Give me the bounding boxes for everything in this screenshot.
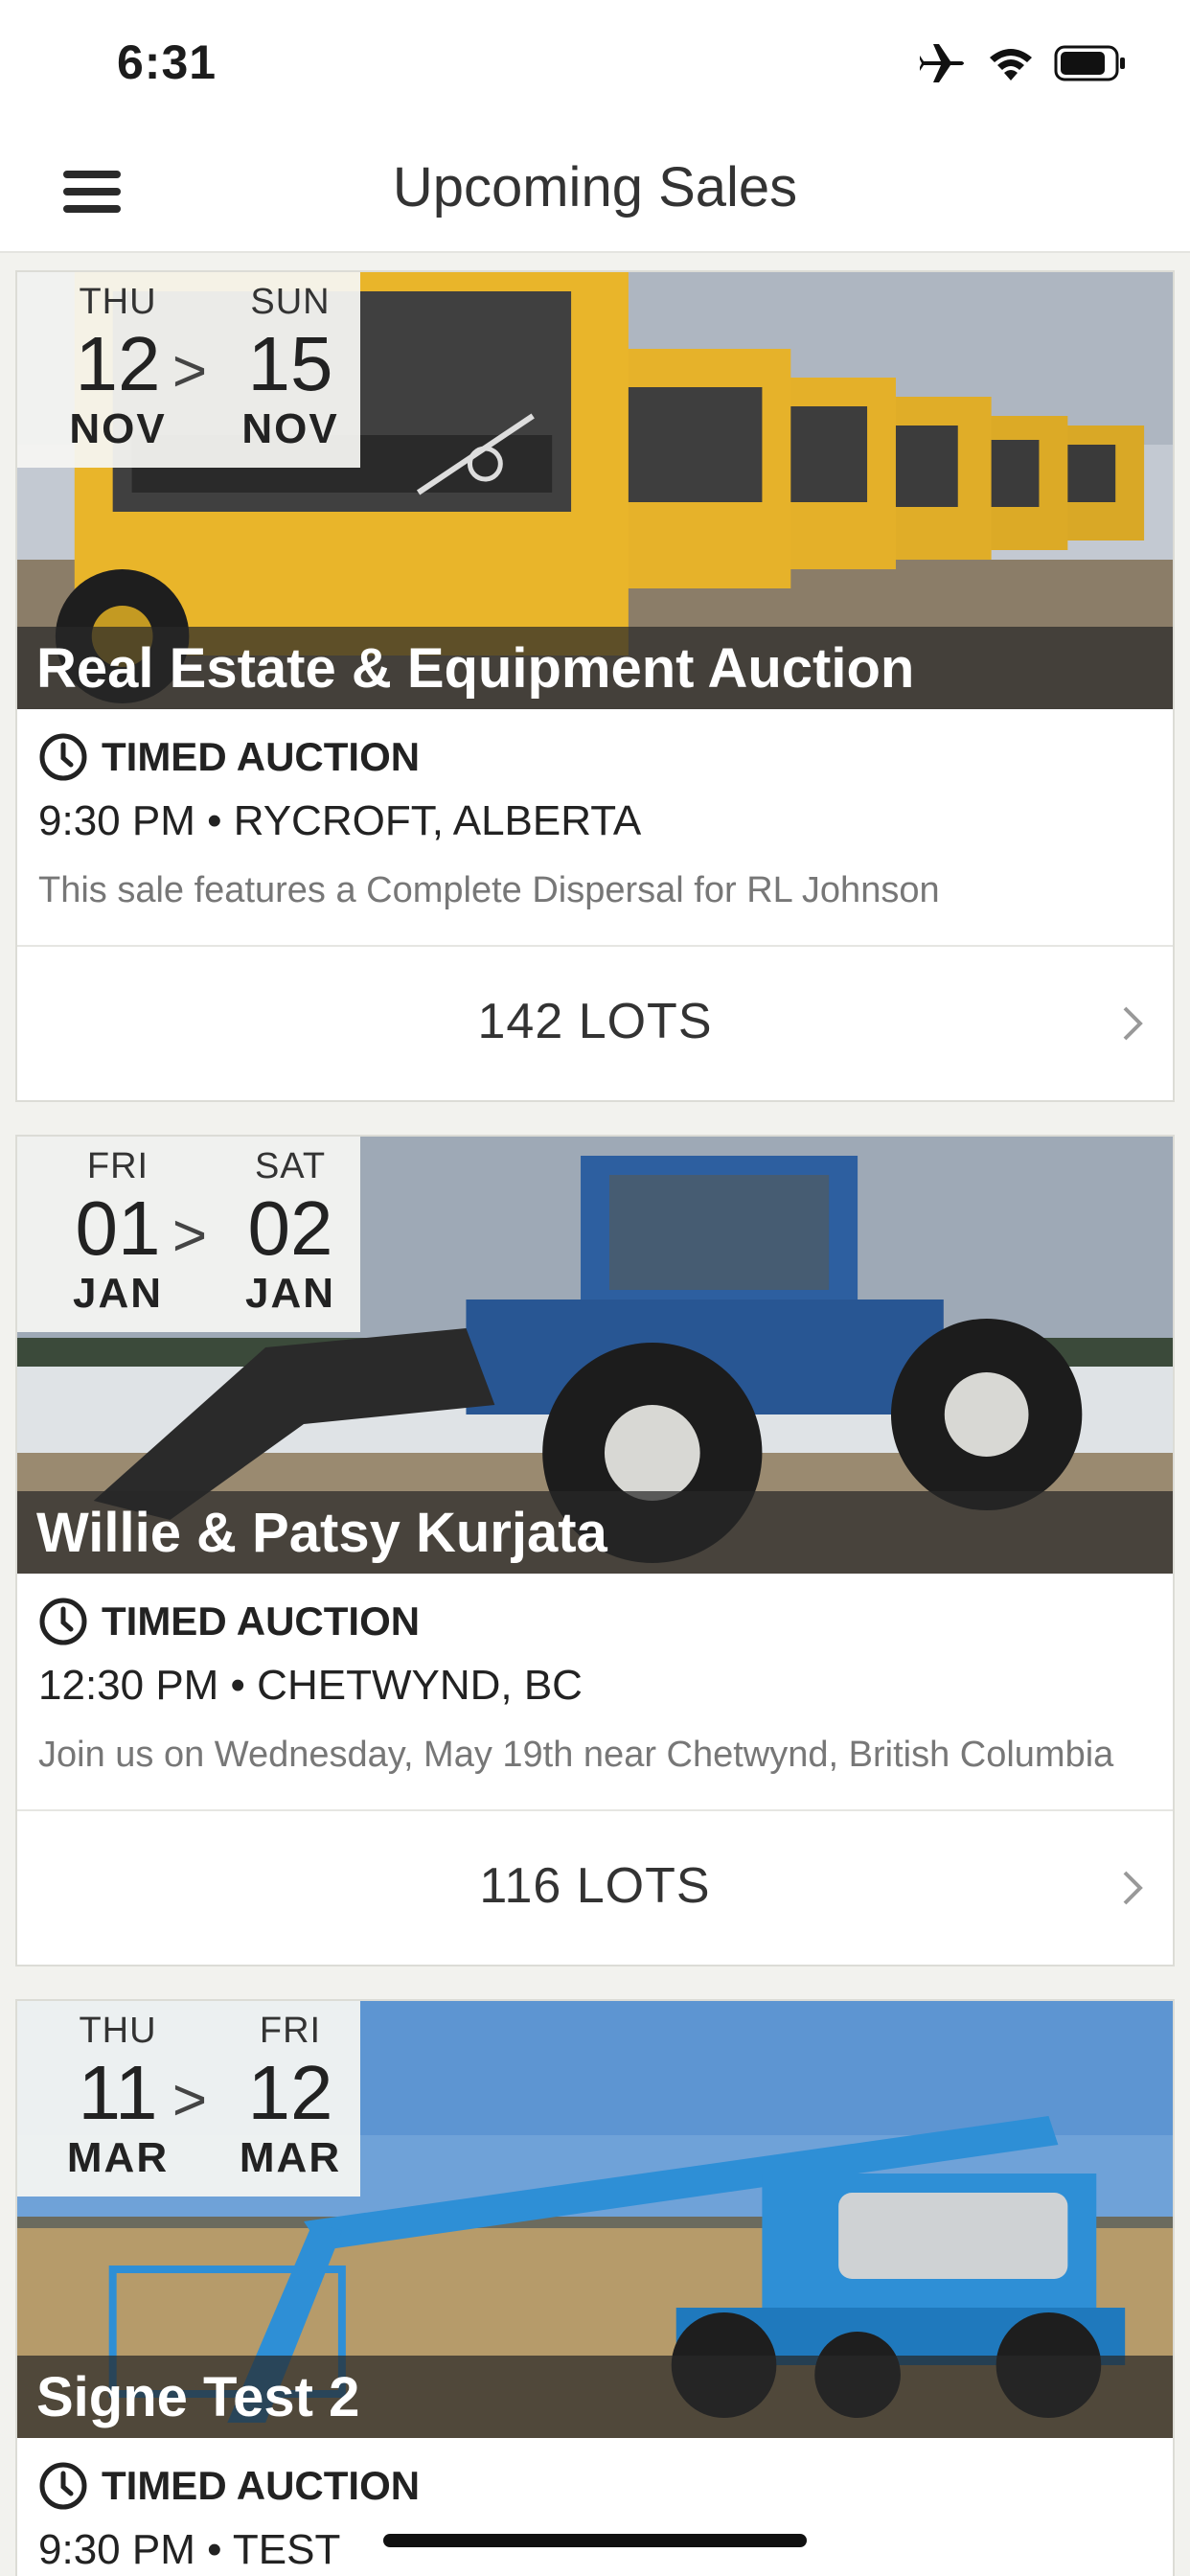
sale-time-location: 9:30 PM • RYCROFT, ALBERTA — [38, 797, 642, 844]
sale-type-row: TIMED AUCTION — [38, 2457, 1152, 2515]
end-day: 15 — [247, 321, 333, 406]
end-month: NOV — [241, 405, 339, 452]
title-overlay: Willie & Patsy Kurjata — [17, 1491, 1173, 1574]
sale-type: TIMED AUCTION — [102, 2463, 421, 2508]
sale-image[interactable]: THU 12 NOV > SUN 15 NOV Real Estate & Eq… — [17, 272, 1173, 709]
wifi-icon — [990, 49, 1032, 80]
end-weekday: FRI — [259, 2011, 322, 2051]
end-month: MAR — [239, 2134, 342, 2181]
sale-type: TIMED AUCTION — [102, 1598, 421, 1644]
status-icons — [920, 42, 1127, 84]
sale-info: TIMED AUCTION 12:30 PM • CHETWYND, BC Jo… — [17, 1574, 1173, 1811]
sale-card[interactable]: THU 12 NOV > SUN 15 NOV Real Estate & Eq… — [15, 270, 1175, 1102]
chevron-right-icon — [1123, 1871, 1143, 1905]
date-range: THU 12 NOV > SUN 15 NOV — [17, 272, 360, 468]
end-date: SUN 15 NOV — [218, 282, 362, 453]
end-day: 12 — [247, 2050, 333, 2135]
lots-button[interactable]: 116 LOTS — [17, 1811, 1173, 1965]
sale-image[interactable]: FRI 01 JAN > SAT 02 JAN Willie & Patsy K… — [17, 1137, 1173, 1574]
sale-info: TIMED AUCTION 9:30 PM • RYCROFT, ALBERTA… — [17, 709, 1173, 947]
date-arrow: > — [172, 2067, 208, 2133]
sale-info: TIMED AUCTION 9:30 PM • TEST — [17, 2438, 1173, 2576]
start-weekday: THU — [79, 2011, 157, 2051]
battery-icon — [1054, 45, 1125, 81]
lots-button[interactable]: 142 LOTS — [17, 947, 1173, 1100]
end-date: FRI 12 MAR — [218, 2011, 362, 2182]
start-weekday: FRI — [86, 1146, 149, 1186]
sale-type-row: TIMED AUCTION — [38, 728, 1152, 786]
date-arrow: > — [172, 1203, 208, 1269]
end-weekday: SUN — [250, 282, 331, 322]
sale-image[interactable]: THU 11 MAR > FRI 12 MAR Signe Test 2 — [17, 2001, 1173, 2438]
status-time: 6:31 — [117, 35, 217, 89]
date-range: FRI 01 JAN > SAT 02 JAN — [17, 1137, 360, 1332]
lots-count: 116 LOTS — [479, 1858, 711, 1914]
page-title: Upcoming Sales — [392, 156, 798, 218]
sale-title: Real Estate & Equipment Auction — [36, 637, 915, 700]
sale-card[interactable]: THU 11 MAR > FRI 12 MAR Signe Test 2 TIM… — [15, 1999, 1175, 2576]
start-weekday: THU — [79, 282, 157, 322]
title-overlay: Real Estate & Equipment Auction — [17, 627, 1173, 709]
sale-description: Join us on Wednesday, May 19th near Chet… — [38, 1735, 1114, 1775]
status-bar: 6:31 — [0, 0, 1190, 126]
chevron-right-icon — [1123, 1006, 1143, 1041]
end-weekday: SAT — [254, 1146, 327, 1186]
sale-type-row: TIMED AUCTION — [38, 1593, 1152, 1650]
clock-icon — [39, 733, 87, 781]
sale-time-location: 12:30 PM • CHETWYND, BC — [38, 1662, 583, 1709]
sale-type: TIMED AUCTION — [102, 734, 421, 779]
sale-description: This sale features a Complete Dispersal … — [38, 870, 940, 910]
sale-card[interactable]: FRI 01 JAN > SAT 02 JAN Willie & Patsy K… — [15, 1135, 1175, 1966]
end-date: SAT 02 JAN — [218, 1146, 362, 1318]
airplane-icon — [920, 44, 964, 82]
end-month: JAN — [244, 1270, 336, 1317]
end-day: 02 — [247, 1185, 333, 1271]
nav-bar: Upcoming Sales — [0, 126, 1190, 253]
sale-title: Willie & Patsy Kurjata — [36, 1502, 607, 1564]
home-indicator[interactable] — [383, 2534, 807, 2547]
title-overlay: Signe Test 2 — [17, 2356, 1173, 2438]
start-month: MAR — [66, 2134, 170, 2181]
sale-title: Signe Test 2 — [36, 2366, 360, 2428]
date-range: THU 11 MAR > FRI 12 MAR — [17, 2001, 360, 2196]
date-arrow: > — [172, 338, 208, 404]
lots-count: 142 LOTS — [477, 994, 713, 1049]
start-month: JAN — [72, 1270, 164, 1317]
clock-icon — [39, 1598, 87, 1645]
start-month: NOV — [69, 405, 167, 452]
clock-icon — [39, 2462, 87, 2510]
